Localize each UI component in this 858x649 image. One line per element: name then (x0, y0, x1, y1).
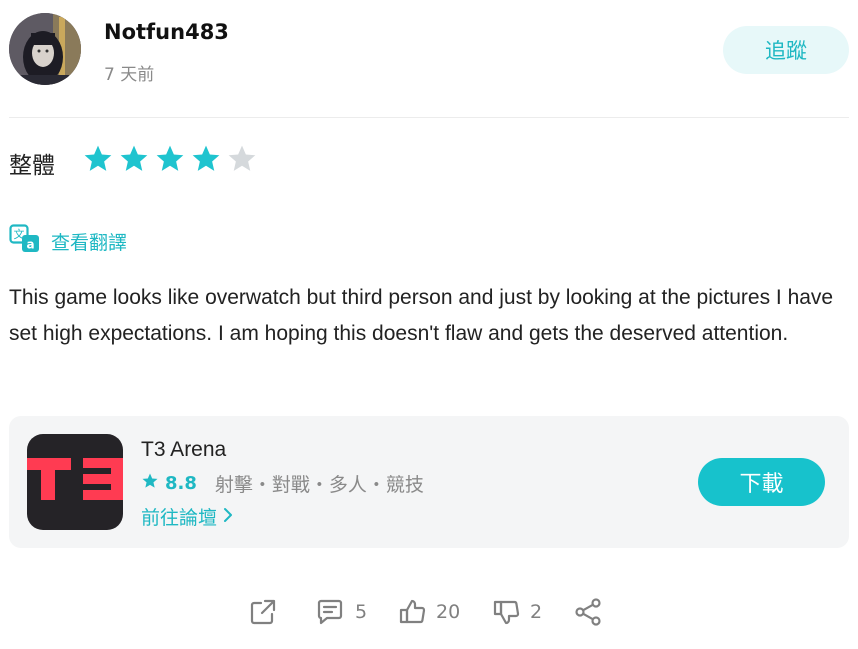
star-filled-icon (82, 143, 114, 175)
star-filled-icon (190, 143, 222, 175)
share-button[interactable] (573, 594, 603, 630)
download-button[interactable]: 下載 (698, 458, 825, 506)
chevron-right-icon (223, 506, 233, 528)
review-text: This game looks like overwatch but third… (9, 286, 834, 345)
app-score: 8.8 (165, 473, 197, 494)
thumbs-up-icon (398, 597, 428, 627)
rating-label: 整體 (9, 153, 55, 179)
username[interactable]: Notfun483 (104, 20, 229, 44)
svg-text:a: a (26, 238, 34, 252)
app-meta: 8.8 射擊・對戰・多人・競技 (141, 470, 424, 497)
dislike-button[interactable]: 2 (492, 594, 542, 630)
app-icon[interactable] (27, 434, 123, 530)
translate-link[interactable]: 文 a 查看翻譯 (9, 224, 127, 259)
app-tags: 射擊・對戰・多人・競技 (214, 474, 424, 496)
follow-button[interactable]: 追蹤 (723, 26, 849, 74)
star-filled-icon (154, 143, 186, 175)
app-name[interactable]: T3 Arena (141, 438, 226, 462)
forum-label: 前往論壇 (141, 507, 218, 529)
avatar-image (9, 13, 81, 85)
post-time: 7 天前 (104, 65, 155, 85)
star-rating (82, 143, 258, 175)
thumbs-down-icon (492, 597, 522, 627)
translate-icon: 文 a (9, 224, 41, 259)
forum-link[interactable]: 前往論壇 (141, 503, 233, 530)
like-button[interactable]: 20 (398, 594, 460, 630)
share-external-button[interactable] (248, 594, 278, 630)
divider (9, 117, 849, 118)
star-icon (141, 472, 159, 495)
star-empty-icon (226, 143, 258, 175)
avatar[interactable] (9, 13, 81, 85)
like-count: 20 (436, 601, 461, 623)
dislike-count: 2 (530, 601, 543, 623)
comment-icon (315, 597, 345, 627)
comment-button[interactable]: 5 (315, 594, 367, 630)
external-link-icon (248, 597, 278, 627)
share-icon (573, 597, 603, 627)
star-filled-icon (118, 143, 150, 175)
comment-count: 5 (355, 601, 368, 623)
translate-label: 查看翻譯 (51, 232, 128, 254)
